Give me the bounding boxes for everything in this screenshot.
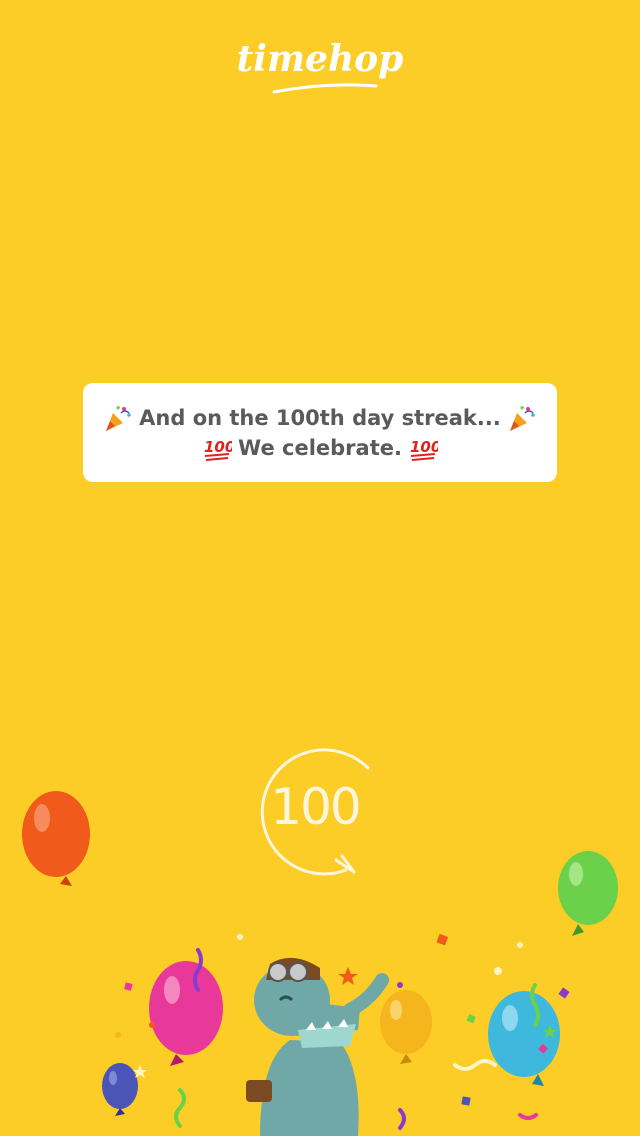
hundred-points-emoji: 100 [204,438,232,461]
message-text-line-1: And on the 100th day streak... [139,405,501,430]
balloon-icon [22,791,90,886]
confetti-decoration [115,933,570,1130]
party-popper-emoji [106,405,131,431]
message-text-line-2: We celebrate. [238,435,402,460]
message-line-1: And on the 100th day streak... [103,403,537,433]
hundred-points-emoji: 100 [410,438,438,461]
logo-underline-swoosh [272,83,378,94]
message-line-2: 100 We celebrate. 100 [202,433,438,463]
message-card: And on the 100th day streak... 100 We ce… [83,383,557,482]
timehop-logo: timehop [236,38,404,80]
streak-count-label: 100 [270,778,361,836]
party-popper-emoji [509,405,535,431]
